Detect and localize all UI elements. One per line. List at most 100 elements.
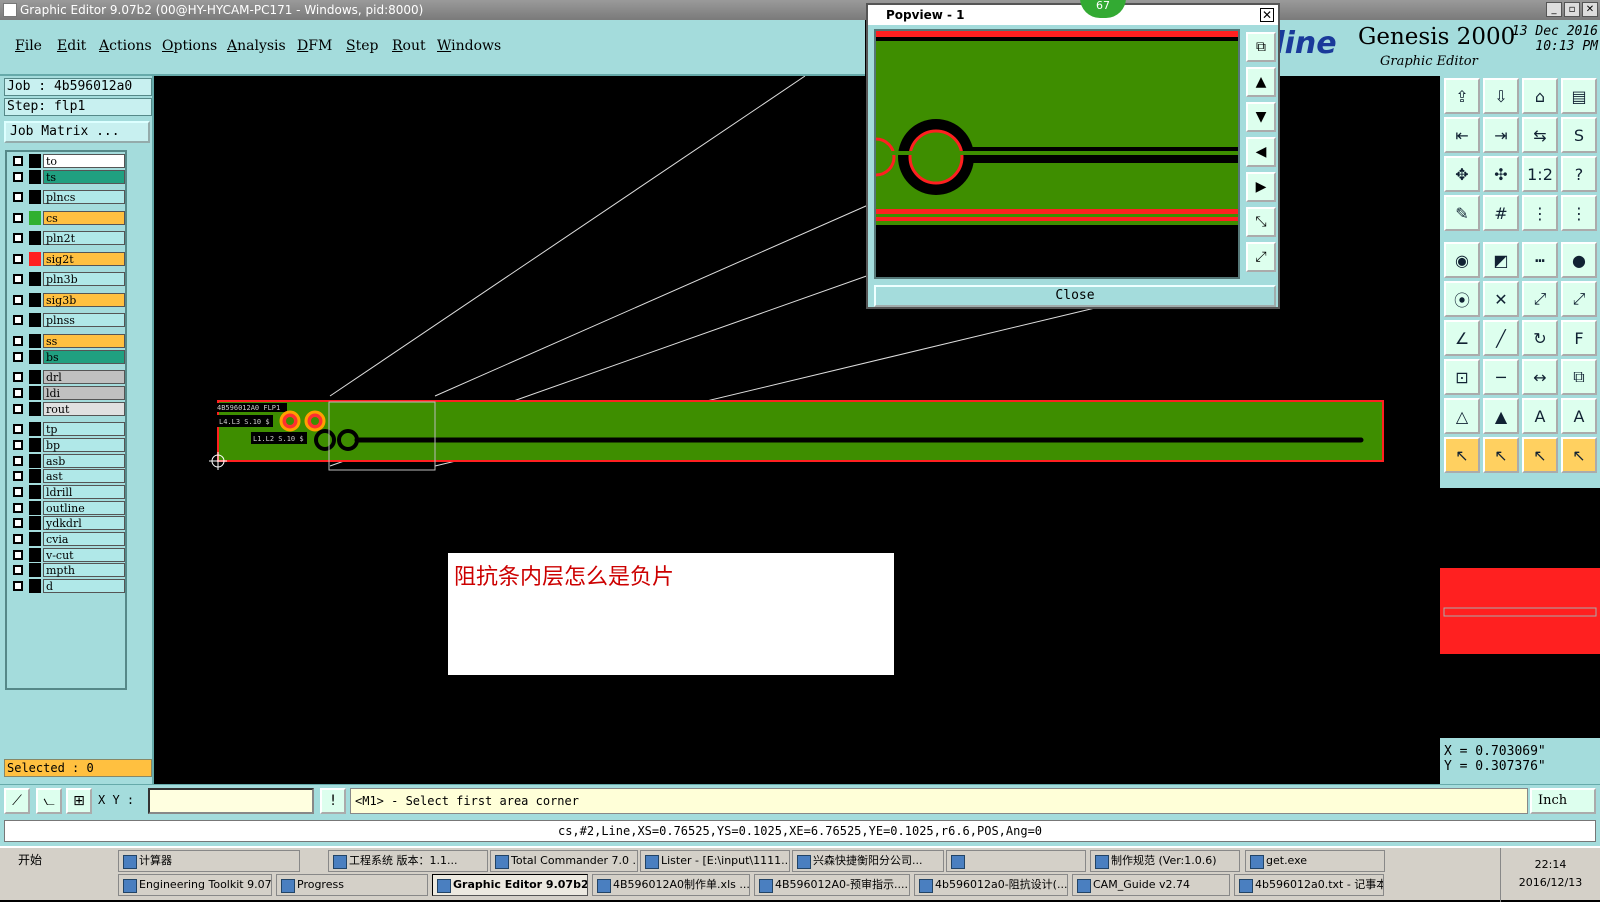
layer-row-pln2t[interactable]: pln2t <box>9 231 125 245</box>
layer-row-rout[interactable]: rout <box>9 402 125 416</box>
pan-down-icon[interactable]: ▼ <box>1246 102 1276 132</box>
panel-icon[interactable]: ▤ <box>1561 78 1597 114</box>
layer-checkbox[interactable] <box>13 213 23 223</box>
measure-icon[interactable]: ⦦ <box>36 788 62 814</box>
taskbar-button[interactable]: 4B596012A0-预审指示.... <box>754 874 910 896</box>
layer-checkbox[interactable] <box>13 192 23 202</box>
layer-row-asb[interactable]: asb <box>9 454 125 468</box>
layer-checkbox[interactable] <box>13 440 23 450</box>
layer-row-v-cut[interactable]: v-cut <box>9 548 125 562</box>
layer-name[interactable]: rout <box>43 402 125 416</box>
cross-icon[interactable]: ✕ <box>1483 281 1519 317</box>
layer-row-plnss[interactable]: plnss <box>9 313 125 327</box>
taskbar-button[interactable]: Graphic Editor 9.07b2... <box>432 874 588 896</box>
layer-row-sig3b[interactable]: sig3b <box>9 293 125 307</box>
layer-color-swatch[interactable] <box>29 386 41 400</box>
layer-checkbox[interactable] <box>13 518 23 528</box>
layer-name[interactable]: to <box>43 154 125 168</box>
taskbar-button[interactable]: 制作规范 (Ver:1.0.6) <box>1090 850 1240 872</box>
layer-color-swatch[interactable] <box>29 154 41 168</box>
layer-row-ss[interactable]: ss <box>9 334 125 348</box>
grid-toggle-icon[interactable]: # <box>1483 195 1519 231</box>
pan-right-icon[interactable]: ▶ <box>1246 172 1276 202</box>
open-icon[interactable]: ⇪ <box>1444 78 1480 114</box>
menu-actions[interactable]: Actions <box>99 38 152 54</box>
taskbar-button[interactable]: Total Commander 7.0 ... <box>490 850 638 872</box>
layer-checkbox[interactable] <box>13 372 23 382</box>
layer-checkbox[interactable] <box>13 388 23 398</box>
rotate-icon[interactable]: ↻ <box>1522 320 1558 356</box>
layer-name[interactable]: plnss <box>43 313 125 327</box>
layer-name[interactable]: tp <box>43 422 125 436</box>
layer-name[interactable]: d <box>43 579 125 593</box>
layer-color-swatch[interactable] <box>29 485 41 499</box>
taskbar-button[interactable]: 工程系统 版本：1.1... <box>328 850 488 872</box>
layer-checkbox[interactable] <box>13 156 23 166</box>
layer-row-plncs[interactable]: plncs <box>9 190 125 204</box>
layer-color-swatch[interactable] <box>29 501 41 515</box>
dimension-icon[interactable]: ↔ <box>1522 359 1558 395</box>
zoom-pad[interactable] <box>908 129 964 185</box>
layer-name[interactable]: mpth <box>43 563 125 577</box>
triangle-a-icon[interactable]: △ <box>1444 398 1480 434</box>
layer-row-pln3b[interactable]: pln3b <box>9 272 125 286</box>
taskbar-button[interactable]: 兴森快捷衡阳分公司... <box>792 850 944 872</box>
layer-color-swatch[interactable] <box>29 272 41 286</box>
layer-checkbox[interactable] <box>13 424 23 434</box>
layer-name[interactable]: v-cut <box>43 548 125 562</box>
taskbar-button[interactable]: Progress <box>276 874 428 896</box>
layer-name[interactable]: plncs <box>43 190 125 204</box>
pan-up-icon[interactable]: ▲ <box>1246 67 1276 97</box>
fit-icon[interactable]: ✥ <box>1444 156 1480 192</box>
taskbar-button[interactable]: CAM_Guide v2.74 <box>1072 874 1230 896</box>
layer-name[interactable]: sig2t <box>43 252 125 266</box>
angle-a-icon[interactable]: ∠ <box>1444 320 1480 356</box>
maximize-button[interactable]: ▫ <box>1564 2 1580 17</box>
zoom-area-icon[interactable]: ✣ <box>1483 156 1519 192</box>
layer-name[interactable]: drl <box>43 370 125 384</box>
line-h-icon[interactable]: ─ <box>1483 359 1519 395</box>
line-icon[interactable]: ╱ <box>1483 320 1519 356</box>
layer-name[interactable]: ldi <box>43 386 125 400</box>
layer-name[interactable]: asb <box>43 454 125 468</box>
node-a-icon[interactable]: ⤢ <box>1522 281 1558 317</box>
tools-icon[interactable]: ✎ <box>1444 195 1480 231</box>
layer-row-bp[interactable]: bp <box>9 438 125 452</box>
layer-name[interactable]: ldrill <box>43 485 125 499</box>
layer-row-ydkdrl[interactable]: ydkdrl <box>9 516 125 530</box>
layer-row-mpth[interactable]: mpth <box>9 563 125 577</box>
layer-color-swatch[interactable] <box>29 548 41 562</box>
layers-b-icon[interactable]: ⋮ <box>1561 195 1597 231</box>
menu-dfm[interactable]: DFM <box>297 38 332 54</box>
menu-step[interactable]: Step <box>346 38 378 54</box>
record-icon[interactable]: ◉ <box>1444 242 1480 278</box>
popview-canvas[interactable] <box>874 29 1240 279</box>
triangle-b-icon[interactable]: ▲ <box>1483 398 1519 434</box>
taskbar-button[interactable]: 计算器 <box>118 850 300 872</box>
layer-name[interactable]: ss <box>43 334 125 348</box>
step-right-icon[interactable]: ⇥ <box>1483 117 1519 153</box>
layer-row-ldi[interactable]: ldi <box>9 386 125 400</box>
zoom-out-icon[interactable]: ⤡ <box>1246 207 1276 237</box>
layer-name[interactable]: cs <box>43 211 125 225</box>
mirror-icon[interactable]: F <box>1561 320 1597 356</box>
taskbar-button[interactable]: 4b596012a0.txt - 记事本 <box>1234 874 1384 896</box>
layer-name[interactable]: ydkdrl <box>43 516 125 530</box>
menu-windows[interactable]: Windows <box>437 38 501 54</box>
layer-color-swatch[interactable] <box>29 334 41 348</box>
menu-file[interactable]: File <box>15 38 42 54</box>
layer-checkbox[interactable] <box>13 254 23 264</box>
layer-checkbox[interactable] <box>13 550 23 560</box>
pad-add-icon[interactable]: ⊡ <box>1444 359 1480 395</box>
layer-checkbox[interactable] <box>13 233 23 243</box>
close-button[interactable]: ✕ <box>1582 2 1598 17</box>
layer-name[interactable]: pln3b <box>43 272 125 286</box>
taskbar-button[interactable]: Lister - [E:\input\1111... <box>640 850 790 872</box>
layer-color-swatch[interactable] <box>29 422 41 436</box>
menu-edit[interactable]: Edit <box>57 38 86 54</box>
layer-color-swatch[interactable] <box>29 170 41 184</box>
layer-row-tp[interactable]: tp <box>9 422 125 436</box>
select-b-icon[interactable]: ↖ <box>1483 437 1519 473</box>
layer-color-swatch[interactable] <box>29 469 41 483</box>
layer-checkbox[interactable] <box>13 534 23 544</box>
